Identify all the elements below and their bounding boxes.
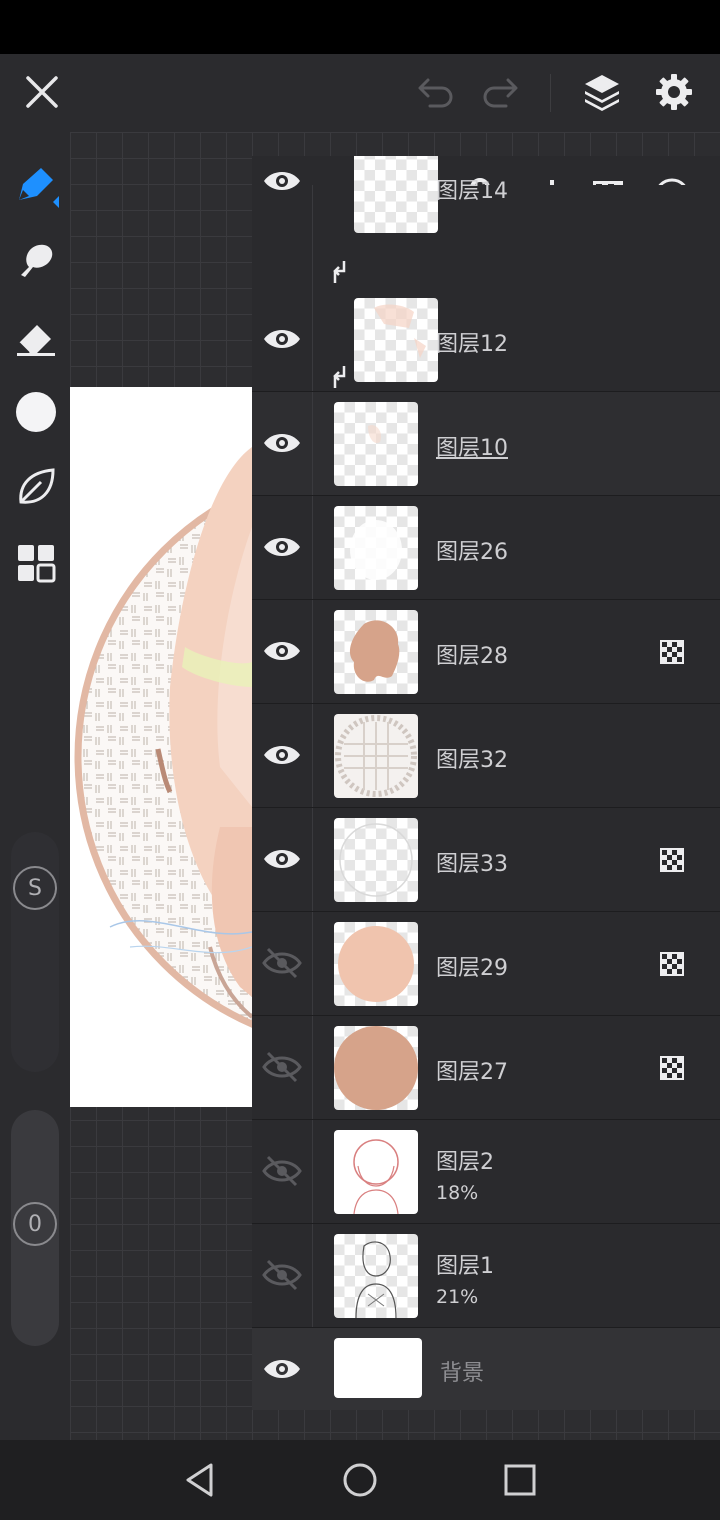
visibility-eye-icon[interactable] <box>262 1349 302 1389</box>
layer-row[interactable]: 图层33 <box>252 808 720 912</box>
layer-name: 图层26 <box>436 540 508 565</box>
layer-thumbnail <box>354 298 438 382</box>
status-bar <box>0 0 720 54</box>
layer-row[interactable]: 图层26 <box>252 496 720 600</box>
layer-thumbnail <box>354 156 438 233</box>
layer-opacity: 21% <box>436 1286 479 1308</box>
layer-thumbnail <box>334 402 418 486</box>
divider <box>312 912 313 1015</box>
divider <box>312 1120 313 1223</box>
layer-thumbnail <box>334 714 418 798</box>
layer-thumbnail <box>334 610 418 694</box>
layer-thumbnail <box>334 1130 418 1214</box>
smudge-icon[interactable] <box>10 236 62 284</box>
opacity-handle[interactable]: 0 <box>13 1202 57 1246</box>
layer-thumbnail <box>334 1026 418 1110</box>
clip-arrow-icon <box>330 259 350 289</box>
tool-bar: S 0 <box>0 132 70 1440</box>
alpha-lock-badge-icon <box>660 1056 684 1080</box>
layer-name: 背景 <box>440 1361 485 1386</box>
undo-icon[interactable] <box>412 70 460 114</box>
pen-icon[interactable] <box>10 160 62 210</box>
divider <box>312 808 313 911</box>
layer-name: 图层14 <box>436 179 508 204</box>
visibility-eye-icon[interactable] <box>262 423 302 463</box>
alpha-lock-badge-icon <box>660 952 684 976</box>
divider <box>312 496 313 599</box>
layer-row[interactable]: 图层1 21% <box>252 1224 720 1328</box>
gear-icon[interactable] <box>650 68 698 116</box>
navigation-bar <box>0 1440 720 1520</box>
divider <box>312 600 313 703</box>
divider <box>312 1016 313 1119</box>
artboard[interactable] <box>70 387 252 1107</box>
layer-thumbnail <box>334 506 418 590</box>
divider <box>312 1224 313 1327</box>
home-icon[interactable] <box>336 1458 384 1502</box>
layer-name: 图层10 <box>436 436 508 461</box>
redo-icon[interactable] <box>476 70 524 114</box>
divider <box>312 392 313 495</box>
divider <box>550 74 551 112</box>
layer-name: 图层32 <box>436 748 508 773</box>
layer-name: 图层1 <box>436 1254 494 1279</box>
layer-name: 图层27 <box>436 1060 508 1085</box>
divider <box>312 185 313 288</box>
layer-row-selected[interactable]: 图层10 <box>252 392 720 496</box>
color-dot-icon[interactable] <box>10 386 62 438</box>
visibility-eye-icon[interactable] <box>262 319 302 359</box>
layer-name: 图层2 <box>436 1150 494 1175</box>
layer-name: 图层28 <box>436 644 508 669</box>
clip-arrow-icon <box>330 364 350 394</box>
layer-row[interactable]: 图层14 <box>252 156 720 289</box>
layer-name: 图层29 <box>436 956 508 981</box>
hidden-eye-icon[interactable] <box>262 1255 302 1295</box>
layer-panel: 图层14 图层12 图层10 图层26 图层28 图层32 图层33 图层29 … <box>252 156 720 1410</box>
visibility-eye-icon[interactable] <box>262 631 302 671</box>
alpha-lock-badge-icon <box>660 848 684 872</box>
alpha-lock-badge-icon <box>660 640 684 664</box>
layer-thumbnail <box>334 1234 418 1318</box>
visibility-eye-icon[interactable] <box>262 527 302 567</box>
layer-opacity: 18% <box>436 1182 479 1204</box>
layer-name: 图层12 <box>436 332 508 357</box>
layer-row[interactable]: 图层27 <box>252 1016 720 1120</box>
layer-name: 图层33 <box>436 852 508 877</box>
layer-thumbnail <box>334 1338 422 1398</box>
grid-icon[interactable] <box>10 538 62 588</box>
layer-thumbnail <box>334 818 418 902</box>
recents-icon[interactable] <box>496 1458 544 1502</box>
divider <box>312 704 313 807</box>
back-icon[interactable] <box>176 1458 224 1502</box>
layer-row[interactable]: 图层28 <box>252 600 720 704</box>
artwork <box>74 447 252 1028</box>
layer-thumbnail <box>334 922 418 1006</box>
visibility-eye-icon[interactable] <box>262 839 302 879</box>
hidden-eye-icon[interactable] <box>262 1151 302 1191</box>
layer-row[interactable]: 图层2 18% <box>252 1120 720 1224</box>
eraser-icon[interactable] <box>10 312 62 360</box>
top-bar <box>0 54 720 132</box>
layer-row[interactable]: 图层32 <box>252 704 720 808</box>
visibility-eye-icon[interactable] <box>262 735 302 775</box>
hidden-eye-icon[interactable] <box>262 943 302 983</box>
layer-row-background[interactable]: 背景 <box>252 1328 720 1410</box>
hidden-eye-icon[interactable] <box>262 1047 302 1087</box>
visibility-eye-icon[interactable] <box>262 161 302 201</box>
divider <box>312 288 313 391</box>
layer-row[interactable]: 图层12 <box>252 288 720 392</box>
close-icon[interactable] <box>18 68 66 116</box>
opacity-slider[interactable]: 0 <box>11 1110 59 1346</box>
size-slider[interactable]: S <box>11 832 59 1072</box>
layer-row[interactable]: 图层29 <box>252 912 720 1016</box>
leaf-icon[interactable] <box>10 462 62 512</box>
layers-icon[interactable] <box>578 68 626 116</box>
size-handle[interactable]: S <box>13 866 57 910</box>
